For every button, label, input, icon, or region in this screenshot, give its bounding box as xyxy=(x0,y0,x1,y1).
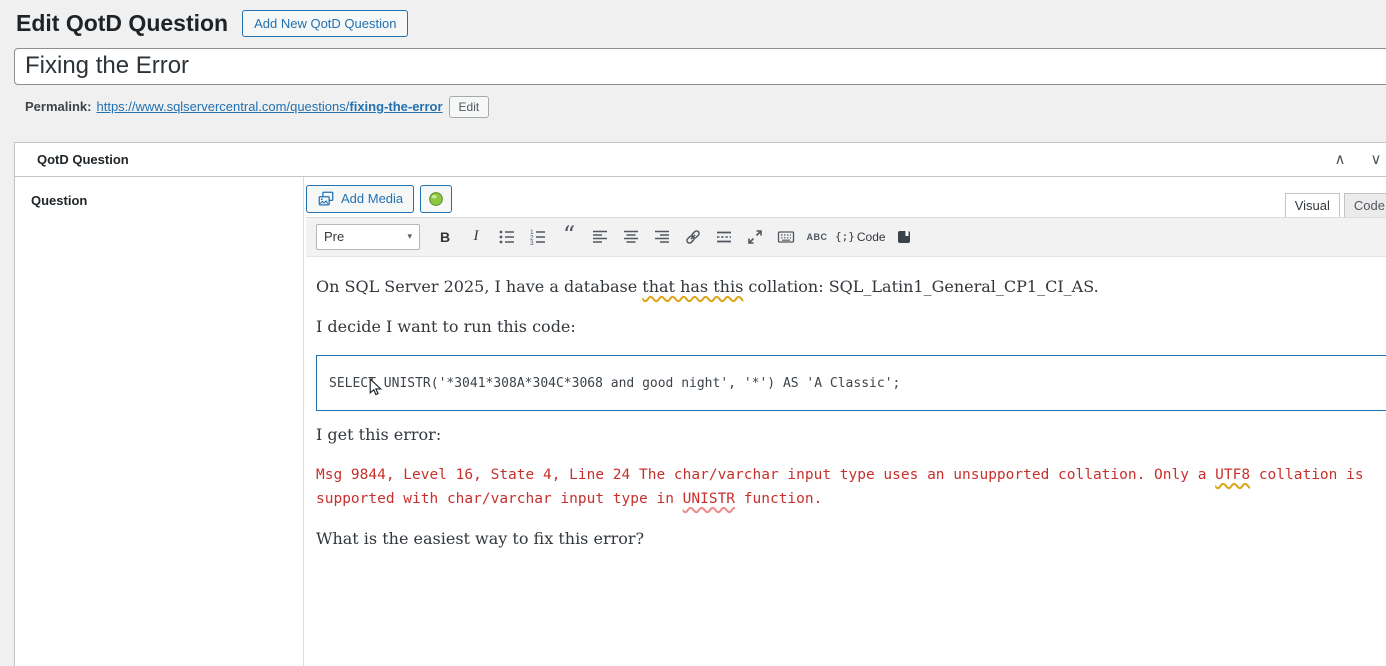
collapse-down-button[interactable]: ∨ xyxy=(1361,146,1386,172)
keyboard-icon xyxy=(777,230,795,243)
align-right-button[interactable] xyxy=(648,224,676,250)
bold-button[interactable]: B xyxy=(431,224,459,250)
more-tag-button[interactable] xyxy=(710,224,738,250)
metabox-body: Question Add Media Visual Code Pre ▾ B I… xyxy=(15,176,1386,666)
permalink-url-slug: fixing-the-error xyxy=(349,99,443,115)
keyboard-button[interactable] xyxy=(772,224,800,250)
blockquote-button[interactable]: “ xyxy=(555,220,583,250)
permalink: Permalink: https://www.sqlservercentral.… xyxy=(25,95,1386,118)
tab-visual[interactable]: Visual xyxy=(1284,192,1340,217)
metabox-title: QotD Question xyxy=(37,151,129,167)
content-paragraph-2: I decide I want to run this code: xyxy=(316,316,576,336)
align-left-icon xyxy=(593,230,607,243)
page-header: Edit QotD Question Add New QotD Question xyxy=(0,0,1386,38)
metabox-header: QotD Question ∧ ∨ xyxy=(15,143,1386,177)
chevron-up-icon: ∧ xyxy=(1334,149,1346,168)
mouse-cursor-icon xyxy=(369,377,382,395)
add-new-qotd-button[interactable]: Add New QotD Question xyxy=(242,10,409,38)
metabox-header-actions: ∧ ∨ xyxy=(1325,146,1386,172)
sql-code-block[interactable]: SELECT UNISTR('*3041*308A*304C*3068 and … xyxy=(316,354,1386,411)
svg-text:3: 3 xyxy=(530,240,534,246)
link-button[interactable] xyxy=(679,224,707,250)
post-title-input[interactable] xyxy=(14,47,1386,85)
abc-button[interactable]: ABC xyxy=(803,224,831,250)
error-line-2: supported with char/varchar input type i… xyxy=(316,490,823,507)
chevron-down-icon: ∨ xyxy=(1370,149,1382,168)
edit-qotd-page: Edit QotD Question Add New QotD Question… xyxy=(0,0,1386,666)
page-title: Edit QotD Question xyxy=(16,10,229,36)
code-button[interactable]: {;} Code xyxy=(834,224,887,250)
blockquote-icon: “ xyxy=(562,220,576,249)
editor-top-row: Add Media Visual Code xyxy=(306,184,1386,217)
align-left-button[interactable] xyxy=(586,224,614,250)
content-paragraph-4: What is the easiest way to fix this erro… xyxy=(316,528,645,548)
bullet-list-icon xyxy=(499,230,514,243)
bold-icon: B xyxy=(439,228,451,245)
editor-mode-tabs: Visual Code xyxy=(1284,192,1386,217)
italic-icon: I xyxy=(473,228,479,245)
collapse-up-button[interactable]: ∧ xyxy=(1325,146,1355,172)
abc-icon: ABC xyxy=(806,231,828,242)
format-dropdown[interactable]: Pre ▾ xyxy=(316,223,420,250)
more-tag-icon xyxy=(717,231,731,242)
permalink-edit-button[interactable]: Edit xyxy=(448,95,490,118)
add-media-button[interactable]: Add Media xyxy=(306,184,415,213)
content-paragraph-1: On SQL Server 2025, I have a database th… xyxy=(316,276,1099,296)
error-message: Msg 9844, Level 16, State 4, Line 24 The… xyxy=(316,463,1386,511)
editor-frame: Pre ▾ B I 123 “ ABC {;} Code On SQL Serv… xyxy=(306,216,1386,666)
permalink-label: Permalink: xyxy=(25,99,92,115)
numbered-list-icon: 123 xyxy=(530,229,545,246)
field-label-column: Question xyxy=(15,176,304,666)
green-plugin-icon xyxy=(429,191,443,206)
format-dropdown-value: Pre xyxy=(324,229,345,245)
permalink-link[interactable]: https://www.sqlservercentral.com/questio… xyxy=(96,99,442,114)
add-media-label: Add Media xyxy=(341,191,404,207)
code-block-icon xyxy=(897,230,910,243)
qotd-question-metabox: QotD Question ∧ ∨ Question Add Media Vis… xyxy=(14,141,1386,666)
code-block-button[interactable] xyxy=(890,224,918,250)
editor-content[interactable]: On SQL Server 2025, I have a database th… xyxy=(306,256,1386,666)
error-line-1: Msg 9844, Level 16, State 4, Line 24 The… xyxy=(316,466,1364,483)
fullscreen-button[interactable] xyxy=(741,224,769,250)
bullet-list-button[interactable] xyxy=(493,224,521,250)
dropdown-arrow-icon: ▾ xyxy=(407,231,412,242)
content-paragraph-3: I get this error: xyxy=(316,424,442,444)
media-buttons: Add Media xyxy=(306,184,453,217)
link-icon xyxy=(686,229,700,244)
align-center-button[interactable] xyxy=(617,224,645,250)
plugin-insert-button[interactable] xyxy=(420,184,453,213)
sql-code-line: SELECT UNISTR('*3041*308A*304C*3068 and … xyxy=(329,375,901,391)
code-button-label: Code xyxy=(856,229,886,244)
editor-toolbar: Pre ▾ B I 123 “ ABC {;} Code xyxy=(306,217,1386,257)
tab-code[interactable]: Code xyxy=(1343,192,1386,217)
fullscreen-icon xyxy=(748,229,762,244)
numbered-list-button[interactable]: 123 xyxy=(524,224,552,250)
code-icon: {;} xyxy=(835,230,855,244)
align-right-icon xyxy=(655,230,669,243)
question-field-label: Question xyxy=(31,192,88,208)
align-center-icon xyxy=(624,230,638,243)
editor-column: Add Media Visual Code Pre ▾ B I 1 2 3 “ … xyxy=(304,177,1386,666)
permalink-url-base: https://www.sqlservercentral.com/questio… xyxy=(96,99,350,115)
italic-button[interactable]: I xyxy=(462,224,490,250)
add-media-icon xyxy=(318,191,334,206)
